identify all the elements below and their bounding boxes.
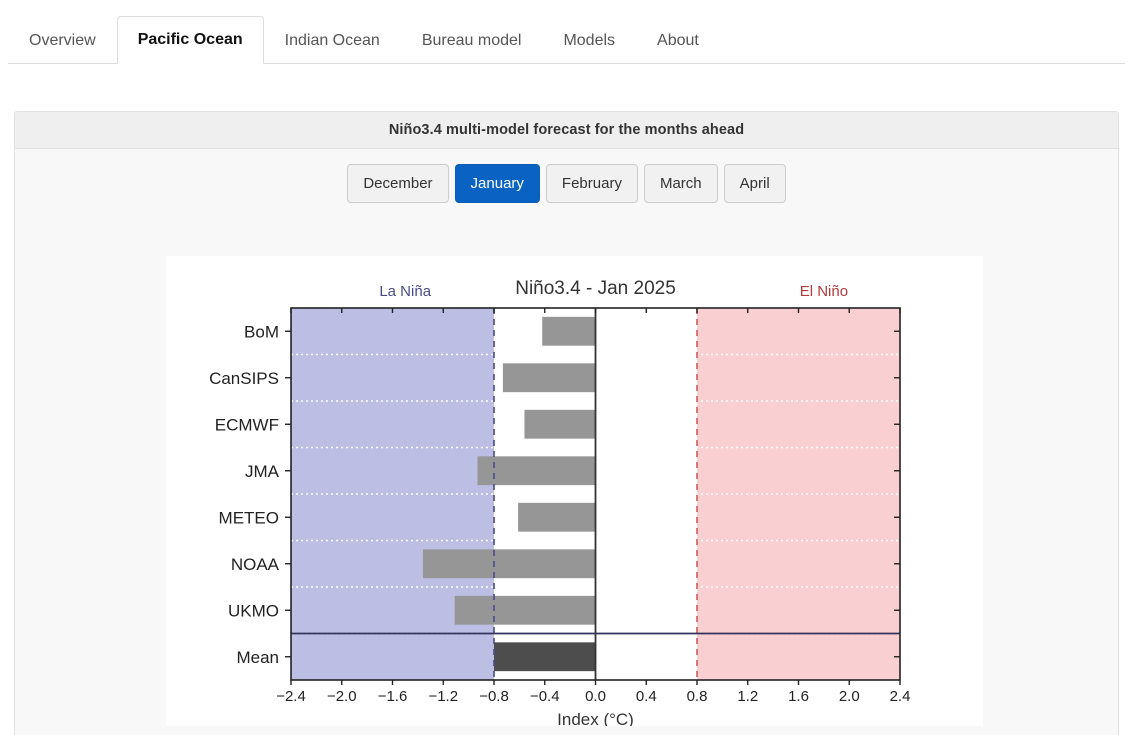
bar-ukmo (454, 595, 596, 625)
month-button-march[interactable]: March (643, 164, 718, 203)
month-button-january[interactable]: January (454, 164, 540, 203)
bar-ecmwf (524, 409, 596, 439)
xtick-label: −0.8 (479, 688, 509, 705)
panel-heading: Niño3.4 multi-model forecast for the mon… (15, 112, 1118, 149)
xtick-label: −2.0 (327, 688, 357, 705)
xtick-label: −0.4 (530, 688, 560, 705)
main-tab-bar: Overview Pacific Ocean Indian Ocean Bureau … (0, 0, 1133, 64)
xtick-label: 0.4 (636, 688, 657, 705)
xtick-label: 2.0 (839, 688, 860, 705)
chart-svg: −2.4 −2.0 −1.6 −1.2 −0.8 −0.4 0.0 0.4 0.8 1.2 1.6 2… (209, 278, 911, 729)
tab-list: Overview Pacific Ocean Indian Ocean Bureau … (8, 0, 720, 64)
month-button-april[interactable]: April (723, 164, 786, 203)
month-button-december[interactable]: December (347, 164, 449, 203)
xtick-label: 1.6 (788, 688, 809, 705)
xtick-label: 1.2 (737, 688, 758, 705)
category-label-meteo: METEO (219, 508, 279, 527)
category-label-ukmo: UKMO (228, 601, 279, 620)
bar-noaa (422, 549, 596, 579)
category-label-cansips: CanSIPS (209, 369, 279, 388)
tab-bureau-model[interactable]: Bureau model (401, 20, 543, 64)
month-selector: December January February March April (15, 149, 1118, 203)
xtick-label: 0.8 (687, 688, 708, 705)
page-root: Overview Pacific Ocean Indian Ocean Bureau … (0, 0, 1133, 735)
month-button-february[interactable]: February (545, 164, 638, 203)
xtick-label: −2.4 (276, 688, 306, 705)
tab-pacific-ocean[interactable]: Pacific Ocean (116, 16, 264, 64)
bar-jma (477, 456, 596, 486)
bar-bom (542, 316, 596, 346)
tab-models[interactable]: Models (542, 20, 636, 64)
xtick-label: 2.4 (890, 688, 911, 705)
tab-about[interactable]: About (636, 20, 720, 64)
annotation-el-niño: El Niño (800, 283, 848, 300)
xtick-label: 0.0 (585, 688, 606, 705)
bar-mean (494, 642, 596, 672)
chart-title: Niño3.4 - Jan 2025 (515, 278, 676, 299)
xtick-label: −1.2 (428, 688, 458, 705)
panel-bottom-strip (14, 726, 1119, 735)
tab-indian-ocean[interactable]: Indian Ocean (264, 20, 401, 64)
annotation-la-niña: La Niña (379, 283, 431, 300)
tab-overview[interactable]: Overview (8, 20, 117, 64)
panel-body: December January February March April −2.4 −2… (15, 149, 1118, 735)
category-label-ecmwf: ECMWF (215, 415, 279, 434)
xtick-label: −1.6 (378, 688, 408, 705)
forecast-panel: Niño3.4 multi-model forecast for the mon… (14, 111, 1119, 735)
nino34-forecast-chart: −2.4 −2.0 −1.6 −1.2 −0.8 −0.4 0.0 0.4 0.8 1.2 1.6 2… (166, 256, 983, 735)
category-label-noaa: NOAA (231, 555, 280, 574)
bar-cansips (502, 363, 596, 393)
category-label-bom: BoM (244, 322, 279, 341)
bar-meteo (518, 502, 596, 532)
category-label-jma: JMA (245, 462, 280, 481)
category-label-mean: Mean (236, 648, 279, 667)
page-title: Niño3.4 multi-model forecast for the mon… (388, 122, 745, 138)
